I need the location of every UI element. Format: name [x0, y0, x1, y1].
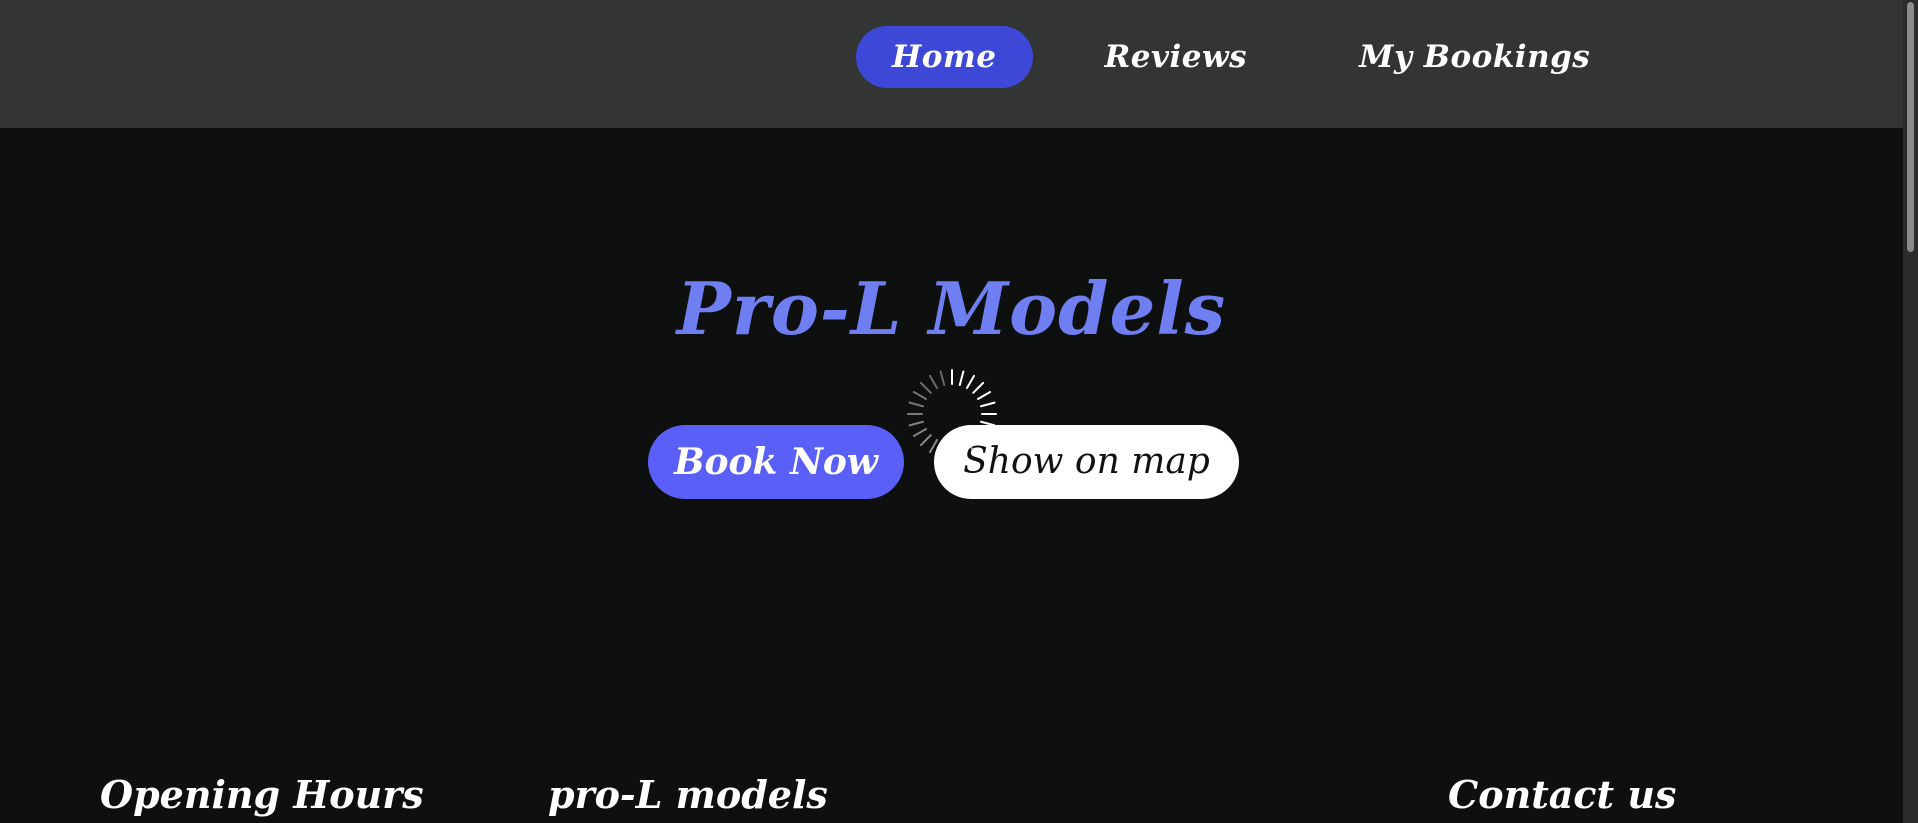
vertical-scrollbar[interactable] — [1903, 0, 1918, 823]
nav-reviews[interactable]: Reviews — [1069, 26, 1284, 88]
spinner-tick — [908, 401, 925, 408]
spinner-tick — [929, 438, 938, 454]
nav-home[interactable]: Home — [856, 26, 1033, 88]
spinner-tick — [966, 374, 975, 390]
scrollbar-thumb[interactable] — [1907, 2, 1914, 252]
spinner-tick — [966, 438, 975, 454]
spinner-tick — [976, 428, 992, 437]
hero-title: Pro-L Models — [676, 266, 1227, 351]
book-now-button[interactable]: Book Now — [648, 425, 904, 499]
loading-spinner-icon — [907, 369, 997, 459]
spinner-tick — [908, 420, 925, 427]
spinner-tick — [939, 370, 946, 387]
spinner-tick — [912, 428, 928, 437]
top-navigation-bar: Home Reviews My Bookings — [0, 0, 1903, 128]
contact-us-heading: Contact us — [1448, 772, 1677, 817]
spinner-tick — [972, 434, 985, 447]
spinner-tick — [958, 370, 965, 387]
spinner-tick — [912, 391, 928, 400]
spinner-tick — [919, 381, 932, 394]
spinner-tick — [929, 374, 938, 390]
spinner-tick — [939, 441, 946, 458]
spinner-tick — [976, 391, 992, 400]
spinner-tick — [979, 420, 996, 427]
spinner-tick — [919, 434, 932, 447]
opening-hours-heading: Opening Hours — [100, 772, 424, 817]
brand-heading: pro-L models — [548, 772, 828, 817]
page: Home Reviews My Bookings Pro-L Models Bo… — [0, 0, 1918, 823]
nav-my-bookings[interactable]: My Bookings — [1323, 26, 1626, 88]
spinner-tick — [972, 381, 985, 394]
spinner-tick — [979, 401, 996, 408]
spinner-tick — [958, 441, 965, 458]
main-nav: Home Reviews My Bookings — [856, 26, 1626, 88]
